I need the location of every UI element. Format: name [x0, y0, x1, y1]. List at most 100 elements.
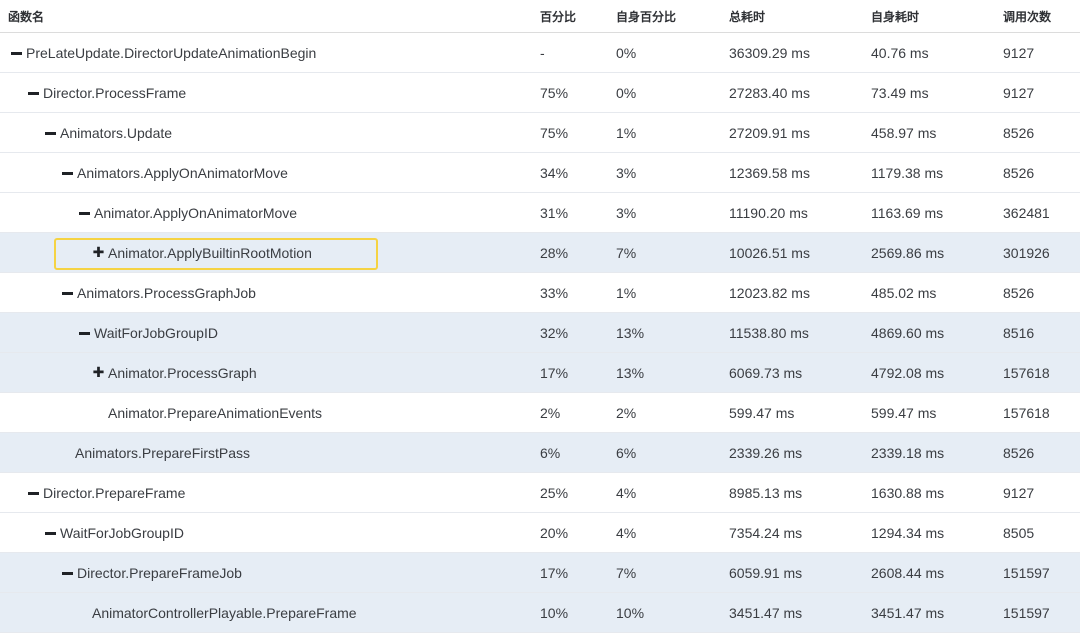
profiler-table: 函数名 百分比 自身百分比 总耗时 自身耗时 调用次数 PreLateUpdat…	[0, 0, 1080, 633]
collapse-icon[interactable]	[61, 284, 74, 301]
total-time-cell: 12023.82 ms	[729, 284, 810, 301]
table-row[interactable]: PreLateUpdate.DirectorUpdateAnimationBeg…	[0, 33, 1080, 73]
total-time-cell: 11190.20 ms	[729, 204, 808, 221]
function-name-cell: Director.ProcessFrame	[0, 73, 557, 112]
collapse-icon[interactable]	[27, 84, 40, 101]
table-row[interactable]: Director.PrepareFrame 25% 4% 8985.13 ms …	[0, 473, 1080, 513]
percent-cell: 6%	[540, 444, 561, 461]
self-time-cell: 599.47 ms	[871, 404, 937, 421]
function-name: Animator.ApplyOnAnimatorMove	[94, 204, 298, 221]
total-time-cell: 27209.91 ms	[729, 124, 810, 141]
percent-cell: 75%	[540, 84, 569, 101]
self-time-cell: 2569.86 ms	[871, 244, 945, 261]
expand-icon[interactable]	[92, 244, 105, 261]
percent-cell: 17%	[540, 364, 569, 381]
call-count-cell: 8526	[1003, 284, 1035, 301]
function-name: Animator.ProcessGraph	[108, 364, 257, 381]
total-time-cell: 6059.91 ms	[729, 564, 803, 581]
self-percent-cell: 4%	[616, 484, 637, 501]
self-time-cell: 1294.34 ms	[871, 524, 945, 541]
function-name-cell: Director.PrepareFrameJob	[0, 553, 591, 592]
collapse-icon[interactable]	[44, 124, 57, 141]
total-time-cell: 6069.73 ms	[729, 364, 803, 381]
table-row[interactable]: WaitForJobGroupID 20% 4% 7354.24 ms 1294…	[0, 513, 1080, 553]
call-count-cell: 157618	[1003, 364, 1050, 381]
function-name-cell: AnimatorControllerPlayable.PrepareFrame	[0, 593, 622, 632]
function-name: Animators.ApplyOnAnimatorMove	[77, 164, 288, 181]
self-time-cell: 1163.69 ms	[871, 204, 944, 221]
function-name: Animators.ProcessGraphJob	[77, 284, 256, 301]
table-row[interactable]: WaitForJobGroupID 32% 13% 11538.80 ms 48…	[0, 313, 1080, 353]
self-percent-cell: 0%	[616, 84, 637, 101]
column-header-name[interactable]: 函数名	[8, 0, 538, 32]
collapse-icon[interactable]	[78, 324, 91, 341]
self-percent-cell: 13%	[616, 324, 645, 341]
total-time-cell: 7354.24 ms	[729, 524, 803, 541]
total-time-cell: 12369.58 ms	[729, 164, 810, 181]
function-name: PreLateUpdate.DirectorUpdateAnimationBeg…	[26, 44, 317, 61]
percent-cell: 31%	[540, 204, 569, 221]
percent-cell: 28%	[540, 244, 569, 261]
table-header: 函数名 百分比 自身百分比 总耗时 自身耗时 调用次数	[0, 0, 1080, 33]
collapse-icon[interactable]	[61, 564, 74, 581]
self-time-cell: 73.49 ms	[871, 84, 929, 101]
function-name: Director.PrepareFrame	[43, 484, 186, 501]
function-name-cell: WaitForJobGroupID	[0, 513, 574, 552]
function-name: Director.ProcessFrame	[43, 84, 187, 101]
call-count-cell: 301926	[1003, 244, 1050, 261]
function-name-cell: Animator.ApplyOnAnimatorMove	[0, 193, 608, 232]
total-time-cell: 10026.51 ms	[729, 244, 810, 261]
table-row[interactable]: Animator.ApplyOnAnimatorMove 31% 3% 1119…	[0, 193, 1080, 233]
function-name-cell: WaitForJobGroupID	[0, 313, 608, 352]
expand-icon[interactable]	[92, 364, 105, 381]
self-time-cell: 458.97 ms	[871, 124, 937, 141]
total-time-cell: 11538.80 ms	[729, 324, 809, 341]
call-count-cell: 151597	[1003, 604, 1050, 621]
total-time-cell: 27283.40 ms	[729, 84, 810, 101]
table-row[interactable]: Director.PrepareFrameJob 17% 7% 6059.91 …	[0, 553, 1080, 593]
function-name: Animator.ApplyBuiltinRootMotion	[108, 244, 312, 261]
call-count-cell: 362481	[1003, 204, 1050, 221]
total-time-cell: 3451.47 ms	[729, 604, 803, 621]
self-time-cell: 2339.18 ms	[871, 444, 945, 461]
call-count-cell: 8526	[1003, 124, 1035, 141]
self-percent-cell: 7%	[616, 564, 637, 581]
call-count-cell: 9127	[1003, 484, 1035, 501]
function-name-cell: Animator.ApplyBuiltinRootMotion	[0, 233, 622, 272]
table-row[interactable]: Animators.PrepareFirstPass 6% 6% 2339.26…	[0, 433, 1080, 473]
collapse-icon[interactable]	[78, 204, 91, 221]
table-row-selected[interactable]: Animator.ApplyBuiltinRootMotion 28% 7% 1…	[0, 233, 1080, 273]
percent-cell: -	[540, 44, 545, 61]
table-row[interactable]: Animators.ProcessGraphJob 33% 1% 12023.8…	[0, 273, 1080, 313]
total-time-cell: 2339.26 ms	[729, 444, 803, 461]
self-percent-cell: 1%	[616, 284, 637, 301]
collapse-icon[interactable]	[44, 524, 57, 541]
column-header-self-time[interactable]: 自身耗时	[871, 0, 919, 32]
call-count-cell: 8526	[1003, 444, 1035, 461]
self-percent-cell: 7%	[616, 244, 637, 261]
percent-cell: 17%	[540, 564, 569, 581]
table-row[interactable]: Animator.PrepareAnimationEvents 2% 2% 59…	[0, 393, 1080, 433]
call-count-cell: 8505	[1003, 524, 1035, 541]
collapse-icon[interactable]	[27, 484, 40, 501]
percent-cell: 33%	[540, 284, 569, 301]
table-row[interactable]: AnimatorControllerPlayable.PrepareFrame …	[0, 593, 1080, 633]
table-row[interactable]: Animators.ApplyOnAnimatorMove 34% 3% 123…	[0, 153, 1080, 193]
total-time-cell: 36309.29 ms	[729, 44, 810, 61]
column-header-percent[interactable]: 百分比	[540, 0, 576, 32]
table-row[interactable]: Animator.ProcessGraph 17% 13% 6069.73 ms…	[0, 353, 1080, 393]
table-row[interactable]: Director.ProcessFrame 75% 0% 27283.40 ms…	[0, 73, 1080, 113]
column-header-self-percent[interactable]: 自身百分比	[616, 0, 676, 32]
function-name-cell: Director.PrepareFrame	[0, 473, 557, 512]
table-row[interactable]: Animators.Update 75% 1% 27209.91 ms 458.…	[0, 113, 1080, 153]
self-time-cell: 1630.88 ms	[871, 484, 945, 501]
collapse-icon[interactable]	[61, 164, 74, 181]
total-time-cell: 599.47 ms	[729, 404, 795, 421]
column-header-call-count[interactable]: 调用次数	[1003, 0, 1051, 32]
function-name-cell: Animators.Update	[0, 113, 574, 152]
column-header-total-time[interactable]: 总耗时	[729, 0, 765, 32]
collapse-icon[interactable]	[10, 44, 23, 61]
self-percent-cell: 0%	[616, 44, 637, 61]
call-count-cell: 9127	[1003, 84, 1035, 101]
self-percent-cell: 3%	[616, 204, 637, 221]
